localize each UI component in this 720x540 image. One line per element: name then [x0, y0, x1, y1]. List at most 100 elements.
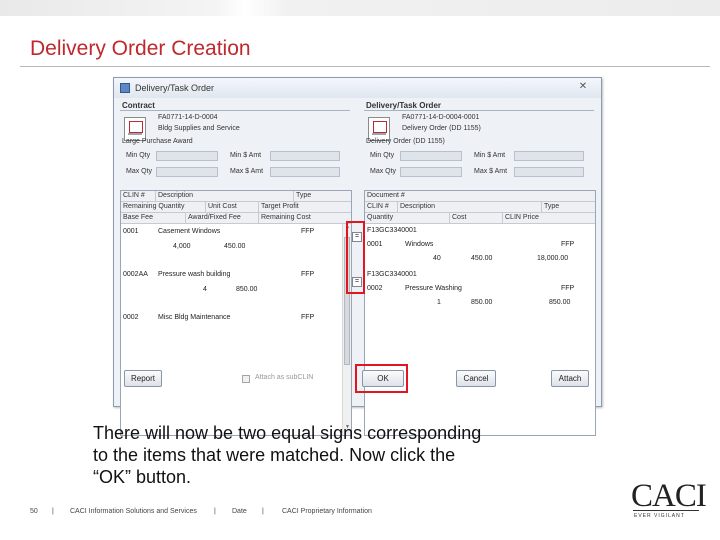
- row-quantity: 1: [437, 299, 441, 306]
- order-max-qty-label: Max Qty: [370, 168, 397, 175]
- row-clin: 0002AA: [123, 271, 148, 278]
- row-document: F13GC3340001: [367, 271, 417, 278]
- row-clin-price: 850.00: [549, 299, 571, 306]
- order-max-qty-field[interactable]: [400, 167, 462, 177]
- row-clin-price: 18,000.00: [537, 255, 569, 262]
- contract-type: Large Purchase Award: [122, 138, 193, 145]
- contract-clin-grid[interactable]: CLIN # Description Type Remaining Quanti…: [120, 190, 352, 436]
- order-min-qty-field[interactable]: [400, 151, 462, 161]
- row-type: FFP: [301, 228, 315, 235]
- caption-line: to the items that were matched. Now clic…: [93, 445, 456, 465]
- attach-subclin-checkbox[interactable]: [242, 375, 250, 383]
- header-divider: [293, 191, 294, 202]
- order-type: Delivery Order (DD 1155): [366, 138, 445, 145]
- row-clin: 0002: [123, 314, 139, 321]
- contract-min-qty-field[interactable]: [156, 151, 218, 161]
- footer-separator: |: [52, 508, 54, 515]
- header-divider: [258, 213, 259, 224]
- order-panel: Delivery/Task Order FA0771-14-D-0004-000…: [364, 101, 596, 181]
- order-clin-grid[interactable]: Document # CLIN # Description Type Quant…: [364, 190, 596, 436]
- contract-header: Contract: [122, 101, 155, 110]
- col-header-type[interactable]: Type: [544, 203, 559, 210]
- contract-max-amt-label: Max $ Amt: [230, 168, 264, 175]
- row-unit-cost: 450.00: [224, 243, 246, 250]
- slide-top-band: [0, 0, 720, 16]
- col-header-quantity[interactable]: Quantity: [367, 214, 393, 221]
- col-header-remaining-cost[interactable]: Remaining Cost: [261, 214, 311, 221]
- col-header-base-fee[interactable]: Base Fee: [123, 214, 153, 221]
- order-divider: [364, 110, 594, 111]
- row-quantity: 40: [433, 255, 441, 262]
- row-quantity: 4: [203, 286, 207, 293]
- header-divider: [397, 202, 398, 213]
- order-max-amt-label: Max $ Amt: [474, 168, 508, 175]
- contract-max-amt-field[interactable]: [270, 167, 340, 177]
- col-header-unit-cost[interactable]: Unit Cost: [208, 203, 237, 210]
- contract-min-amt-label: Min $ Amt: [230, 152, 262, 159]
- col-header-target-profit[interactable]: Target Profit: [261, 203, 299, 210]
- order-max-amt-field[interactable]: [514, 167, 584, 177]
- row-document: F13GC3340001: [367, 227, 417, 234]
- report-button[interactable]: Report: [124, 370, 162, 387]
- col-header-clin[interactable]: CLIN #: [367, 203, 389, 210]
- cancel-button[interactable]: Cancel: [456, 370, 496, 387]
- order-min-amt-field[interactable]: [514, 151, 584, 161]
- contract-min-qty-label: Min Qty: [126, 152, 151, 159]
- row-type: FFP: [301, 271, 315, 278]
- grid-header-row: Quantity Cost CLIN Price: [365, 213, 595, 224]
- row-cost: 450.00: [471, 255, 493, 262]
- row-description: Pressure Washing: [405, 285, 462, 292]
- row-type: FFP: [561, 241, 575, 248]
- footer-date: Date: [232, 508, 247, 515]
- grid-header-row: CLIN # Description Type: [365, 202, 595, 213]
- match-indicators-highlight: [346, 221, 365, 294]
- slide-title: Delivery Order Creation: [30, 37, 251, 60]
- col-header-document[interactable]: Document #: [367, 192, 405, 199]
- header-divider: [449, 213, 450, 224]
- row-clin: 0002: [367, 285, 383, 292]
- col-header-award-fixed-fee[interactable]: Award/Fixed Fee: [188, 214, 241, 221]
- header-divider: [258, 202, 259, 213]
- col-header-cost[interactable]: Cost: [452, 214, 466, 221]
- row-clin: 0001: [123, 228, 139, 235]
- col-header-description[interactable]: Description: [400, 203, 435, 210]
- header-divider: [185, 213, 186, 224]
- row-description: Windows: [405, 241, 434, 248]
- col-header-type[interactable]: Type: [296, 192, 311, 199]
- contract-panel: Contract FA0771-14-D-0004 Bldg Supplies …: [120, 101, 352, 181]
- col-header-remaining-quantity[interactable]: Remaining Quantity: [123, 203, 184, 210]
- ok-button-highlight: [355, 364, 408, 393]
- header-divider: [205, 202, 206, 213]
- contract-min-amt-field[interactable]: [270, 151, 340, 161]
- app-icon: [120, 83, 130, 93]
- header-divider: [541, 202, 542, 213]
- header-divider: [502, 213, 503, 224]
- close-icon[interactable]: ✕: [570, 80, 596, 94]
- col-header-clin[interactable]: CLIN #: [123, 192, 145, 199]
- row-cost: 850.00: [471, 299, 493, 306]
- row-description: Pressure wash building: [158, 271, 231, 278]
- row-quantity: 4,000: [173, 243, 191, 250]
- row-unit-cost: 850.00: [236, 286, 258, 293]
- footer-separator: |: [214, 508, 216, 515]
- contract-divider: [120, 110, 350, 111]
- logo-tagline: EVER VIGILANT: [634, 513, 685, 519]
- order-min-qty-label: Min Qty: [370, 152, 395, 159]
- grid-header-row: Document #: [365, 191, 595, 202]
- row-clin: 0001: [367, 241, 383, 248]
- attach-button[interactable]: Attach: [551, 370, 589, 387]
- grid-header-row: CLIN # Description Type: [121, 191, 351, 202]
- row-description: Misc Bldg Maintenance: [158, 314, 231, 321]
- grid-header-row: Base Fee Award/Fixed Fee Remaining Cost: [121, 213, 351, 224]
- contract-max-qty-field[interactable]: [156, 167, 218, 177]
- grid-header-row: Remaining Quantity Unit Cost Target Prof…: [121, 202, 351, 213]
- dialog-title: Delivery/Task Order: [135, 83, 215, 93]
- row-description: Casement Windows: [158, 228, 221, 235]
- contract-number: FA0771-14-D-0004: [158, 114, 218, 121]
- col-header-clin-price[interactable]: CLIN Price: [505, 214, 539, 221]
- footer-proprietary: CACI Proprietary Information: [282, 508, 372, 515]
- dialog-titlebar[interactable]: Delivery/Task Order ✕: [114, 78, 601, 98]
- order-min-amt-label: Min $ Amt: [474, 152, 506, 159]
- col-header-description[interactable]: Description: [158, 192, 193, 199]
- footer-company: CACI Information Solutions and Services: [70, 508, 197, 515]
